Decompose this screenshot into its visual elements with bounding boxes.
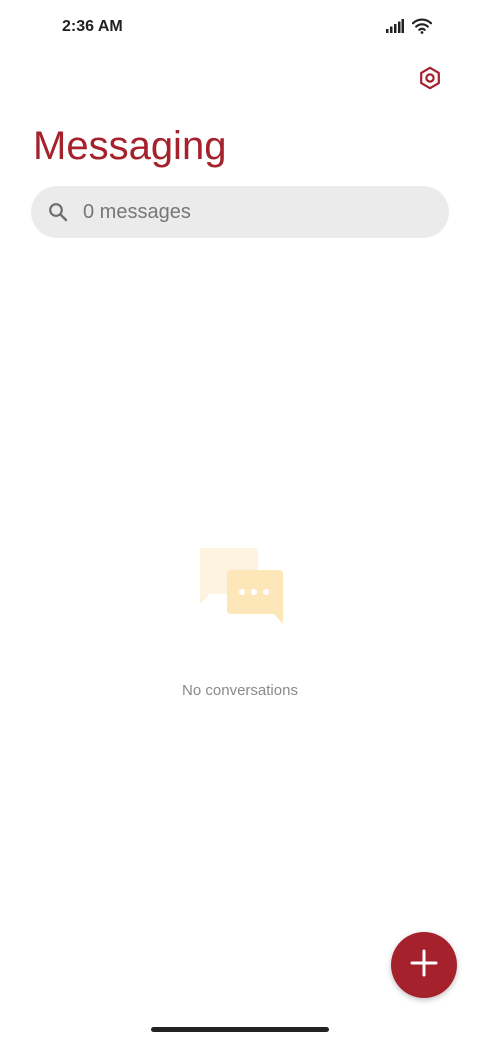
search-bar[interactable] xyxy=(31,186,449,238)
empty-state-message: No conversations xyxy=(182,682,298,699)
chat-bubbles-icon xyxy=(194,546,286,626)
status-icons xyxy=(386,18,433,39)
signal-icon xyxy=(386,19,404,38)
wifi-icon xyxy=(411,18,433,39)
settings-icon xyxy=(418,66,442,95)
status-bar: 2:36 AM xyxy=(0,0,480,56)
plus-icon xyxy=(409,948,439,983)
page-title: Messaging xyxy=(33,124,227,168)
search-icon xyxy=(47,201,69,223)
new-conversation-button[interactable] xyxy=(391,932,457,998)
settings-button[interactable] xyxy=(414,64,446,96)
search-input[interactable] xyxy=(83,200,413,224)
home-indicator[interactable] xyxy=(151,1027,329,1032)
status-time: 2:36 AM xyxy=(62,18,123,35)
